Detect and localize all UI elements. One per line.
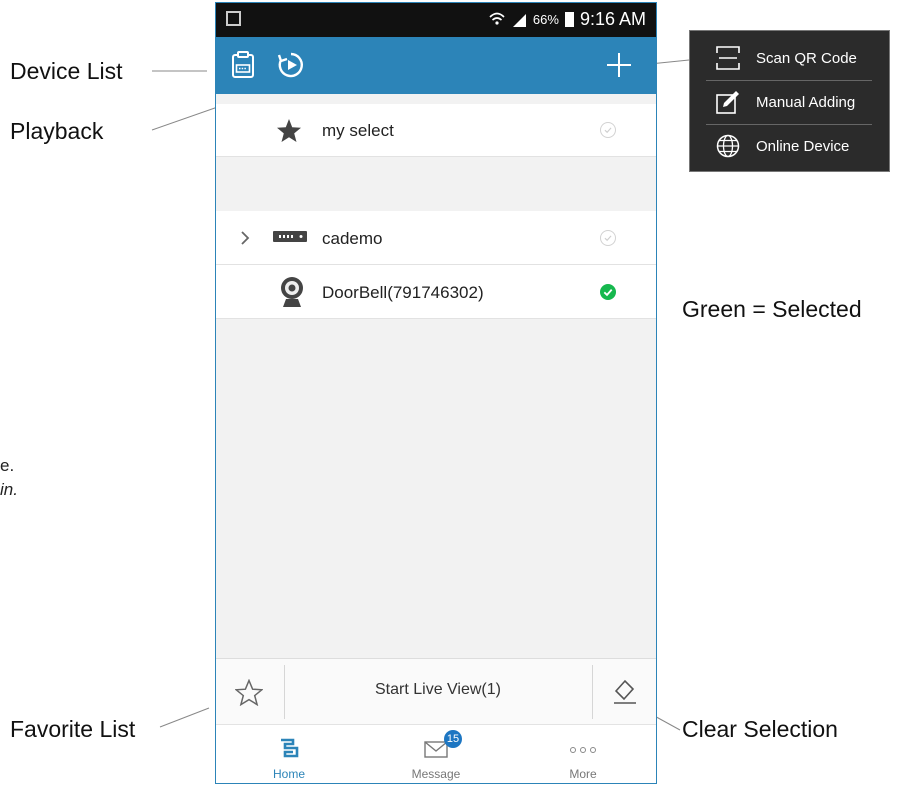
playback-icon[interactable] (276, 50, 306, 80)
battery-icon (564, 12, 574, 27)
menu-item-manual-adding[interactable]: Manual Adding (690, 81, 889, 125)
row-label: cademo (322, 229, 383, 248)
dvr-device-icon (273, 231, 307, 242)
wifi-icon (489, 12, 505, 25)
add-device-menu: Scan QR Code Manual Adding Online Device (689, 30, 890, 172)
callout-clear-selection: Clear Selection (682, 716, 838, 742)
action-bar: Start Live View(1) (216, 658, 656, 725)
more-dots-icon (570, 747, 596, 753)
message-count-badge: 15 (444, 730, 462, 748)
bottom-tab-bar: Home 15 Message More (216, 724, 656, 783)
menu-item-label: Scan QR Code (756, 50, 857, 67)
battery-percent: 66% (532, 12, 559, 27)
list-item-device-group[interactable]: cademo (216, 211, 656, 265)
list-item-favorites[interactable]: my select (216, 104, 656, 157)
cropped-text-line-2: in. (0, 480, 18, 499)
unchecked-icon[interactable] (600, 122, 616, 138)
tab-more[interactable]: More (510, 729, 656, 783)
app-header (216, 37, 656, 94)
chevron-right-icon[interactable] (240, 231, 250, 245)
tab-home[interactable]: Home (216, 729, 362, 783)
menu-item-label: Online Device (756, 138, 850, 155)
start-live-view-button[interactable]: Start Live View(1) (284, 681, 592, 699)
checked-icon[interactable] (600, 284, 616, 300)
edit-icon (716, 91, 739, 114)
list-item-device[interactable]: DoorBell(791746302) (216, 265, 656, 319)
divider (592, 665, 593, 719)
star-icon (277, 119, 301, 142)
tab-label: Home (272, 767, 305, 781)
unchecked-icon[interactable] (600, 230, 616, 246)
camera-device-icon (281, 277, 303, 307)
row-label: my select (322, 121, 394, 140)
favorite-list-star-icon[interactable] (235, 679, 263, 706)
menu-item-scan-qr[interactable]: Scan QR Code (690, 37, 889, 81)
tab-message[interactable]: 15 Message (363, 729, 509, 783)
cropped-text-line-1: e. (0, 456, 15, 475)
callout-green-selected: Green = Selected (682, 296, 862, 322)
device-list-icon[interactable] (228, 50, 258, 80)
callout-device-list: Device List (10, 58, 123, 84)
status-bar: 66% 9:16 AM (216, 3, 656, 37)
callout-favorite-list: Favorite List (10, 716, 136, 742)
menu-item-online-device[interactable]: Online Device (690, 125, 889, 169)
eraser-icon[interactable] (612, 677, 638, 705)
clock: 9:16 AM (579, 9, 646, 29)
home-icon (281, 738, 299, 758)
signal-icon (512, 13, 526, 27)
tab-label: More (569, 767, 597, 781)
menu-item-label: Manual Adding (756, 94, 856, 111)
image-notification-icon (226, 11, 241, 26)
tab-label: Message (411, 767, 461, 781)
row-label: DoorBell(791746302) (322, 283, 484, 302)
phone-screen: 66% 9:16 AM my select cademo DoorBell(79… (215, 2, 657, 784)
callout-playback: Playback (10, 118, 104, 144)
globe-icon (716, 134, 740, 158)
scan-qr-icon (716, 46, 740, 70)
add-device-icon[interactable] (604, 50, 634, 80)
